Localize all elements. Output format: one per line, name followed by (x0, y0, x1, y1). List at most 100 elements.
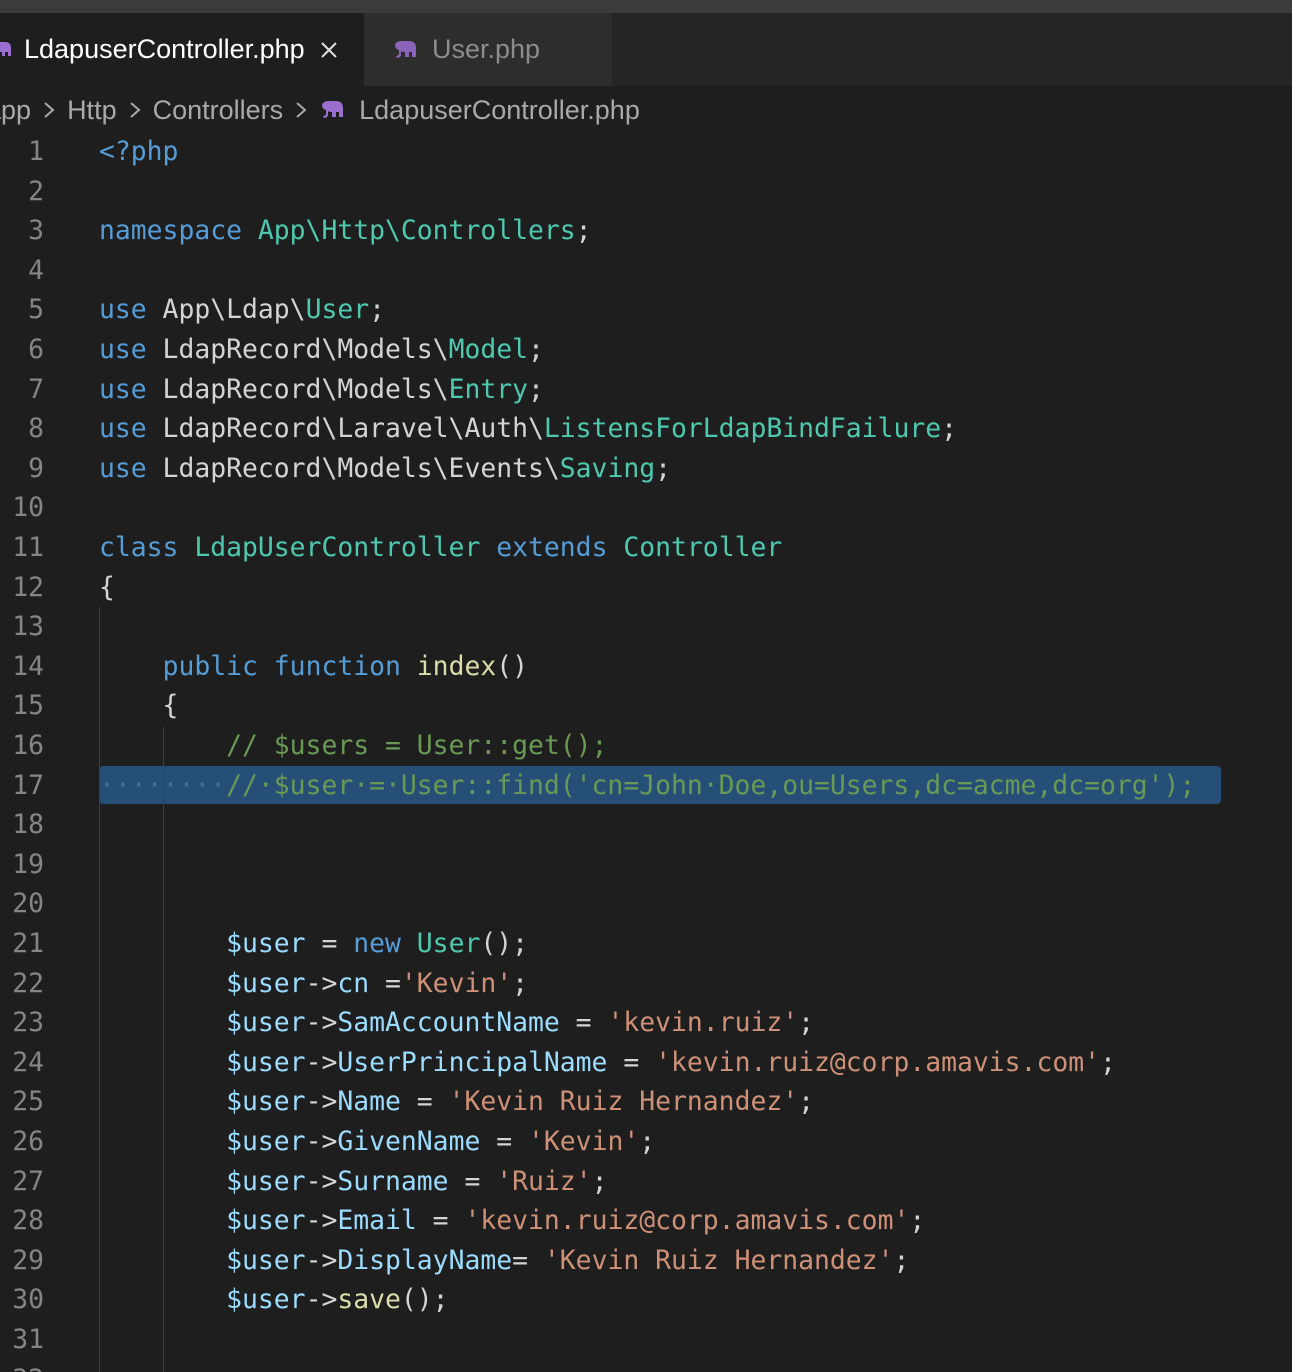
code-token: -> (305, 1046, 338, 1078)
code-line[interactable]: 14 public function index() (0, 647, 1292, 687)
code-token: $user (226, 1244, 306, 1276)
line-number: 32 (0, 1360, 44, 1372)
code-line[interactable]: 21 $user = new User(); (0, 924, 1292, 964)
code-line[interactable]: 11 class LdapUserController extends Contr… (0, 528, 1292, 568)
code-line[interactable]: 25 $user->Name = 'Kevin Ruiz Hernandez'; (0, 1082, 1292, 1122)
line-number: 17 (12, 769, 44, 801)
code-token: cn (337, 967, 370, 999)
code-text: $user->UserPrincipalName = 'kevin.ruiz@c… (99, 1043, 1116, 1083)
line-number: 26 (12, 1126, 44, 1157)
code-token: $user (226, 928, 306, 959)
code-text: { (99, 568, 115, 608)
code-token: ; (528, 373, 544, 405)
code-token: 'Kevin' (528, 1126, 640, 1157)
code-line[interactable]: 22 $user->cn ='Kevin'; (0, 964, 1292, 1004)
code-text: $user->GivenName = 'Kevin'; (99, 1122, 655, 1162)
breadcrumb-item-app[interactable]: app (0, 95, 31, 126)
code-token: ; (909, 1205, 926, 1237)
tab-user-php[interactable]: User.php (364, 13, 612, 86)
line-number: 28 (12, 1205, 44, 1237)
code-line[interactable]: 18 (0, 805, 1292, 845)
code-line[interactable]: 19 (0, 845, 1292, 885)
code-token: $user (226, 1165, 306, 1197)
code-token: LdapUserController (194, 532, 481, 563)
code-line[interactable]: 16 // $users = User::get(); (0, 726, 1292, 766)
code-line[interactable]: 26 $user->GivenName = 'Kevin'; (0, 1122, 1292, 1162)
code-token: 'Kevin Ruiz Hernandez' (448, 1086, 799, 1118)
code-text: class LdapUserController extends Control… (99, 528, 782, 568)
code-text: use LdapRecord\Laravel\Auth\ListensForLd… (99, 409, 957, 449)
code-line[interactable]: 28 $user->Email = 'kevin.ruiz@corp.amavi… (0, 1201, 1292, 1241)
code-line[interactable]: 1 <?php (0, 132, 1292, 172)
code-line[interactable]: 5 use App\Ldap\User; (0, 290, 1292, 330)
code-line[interactable]: 12 { (0, 568, 1292, 608)
code-token: ; (512, 967, 529, 999)
code-line[interactable]: 29 $user->DisplayName= 'Kevin Ruiz Herna… (0, 1241, 1292, 1281)
breadcrumb-item-controllers[interactable]: Controllers (153, 95, 284, 126)
code-line[interactable]: 24 $user->UserPrincipalName = 'kevin.rui… (0, 1043, 1292, 1083)
code-line[interactable]: 3 namespace App\Http\Controllers; (0, 211, 1292, 251)
code-text: use LdapRecord\Models\Model; (99, 330, 544, 370)
code-token: User (416, 928, 481, 959)
code-line[interactable]: 31 (0, 1320, 1292, 1360)
code-token: class (99, 532, 179, 563)
code-token: ; (1100, 1046, 1116, 1078)
code-token: $user (226, 1007, 306, 1039)
code-token: User (305, 294, 370, 326)
tab-ldapuser-controller[interactable]: LdapuserController.php (0, 13, 364, 86)
code-line[interactable]: 7 use LdapRecord\Models\Entry; (0, 370, 1292, 410)
code-token: 'kevin.ruiz@corp.amavis.com' (655, 1046, 1101, 1078)
code-token: 'Kevin' (400, 967, 513, 999)
code-line[interactable]: 32 (0, 1360, 1292, 1372)
breadcrumb-item-file[interactable]: LdapuserController.php (359, 95, 640, 126)
editor-tab-bar: LdapuserController.php User.php (0, 13, 1292, 86)
code-token: Entry (448, 373, 529, 405)
close-icon[interactable] (319, 40, 339, 60)
code-text: namespace App\Http\Controllers; (99, 211, 592, 251)
code-token: $user (226, 1046, 306, 1078)
code-line[interactable]: 8 use LdapRecord\Laravel\Auth\ListensForL… (0, 409, 1292, 449)
code-text: ········//·$user·=·User::find('cn=John·D… (99, 766, 1195, 806)
code-line[interactable]: 23 $user->SamAccountName = 'kevin.ruiz'; (0, 1003, 1292, 1043)
code-line[interactable]: 13 (0, 607, 1292, 647)
breadcrumb-item-http[interactable]: Http (67, 95, 117, 126)
code-line[interactable]: 27 $user->Surname = 'Ruiz'; (0, 1162, 1292, 1202)
code-token: ; (575, 215, 592, 247)
code-token: = (448, 1165, 497, 1197)
code-token: UserPrincipalName (337, 1046, 608, 1078)
code-line[interactable]: 10 (0, 488, 1292, 528)
line-number: 20 (12, 888, 44, 920)
tab-label: LdapuserController.php (24, 34, 305, 64)
code-line[interactable]: 2 (0, 172, 1292, 212)
code-token: ; (655, 452, 672, 484)
line-number: 25 (12, 1086, 44, 1118)
code-text: public function index() (99, 647, 528, 687)
code-line[interactable]: 17 ········//·$user·=·User::find('cn=John… (0, 766, 1292, 806)
code-token: LdapRecord\Models\ (146, 373, 449, 405)
php-elephant-icon (319, 100, 347, 120)
line-number: 8 (28, 413, 44, 445)
code-token: ; (893, 1244, 910, 1276)
line-number: 6 (28, 334, 44, 365)
code-line[interactable]: 6 use LdapRecord\Models\Model; (0, 330, 1292, 370)
code-line[interactable]: 20 (0, 884, 1292, 924)
code-line[interactable]: 9 use LdapRecord\Models\Events\Saving; (0, 449, 1292, 489)
line-number: 14 (12, 650, 44, 682)
chevron-right-icon (42, 99, 56, 121)
code-token: new (353, 928, 401, 959)
code-text: $user->Surname = 'Ruiz'; (99, 1162, 607, 1202)
code-line[interactable]: 4 (0, 251, 1292, 291)
code-token: = (607, 1046, 656, 1078)
code-line[interactable]: 15 { (0, 686, 1292, 726)
code-line[interactable]: 30 $user->save(); (0, 1280, 1292, 1320)
code-editor[interactable]: 1 <?php 2 3 namespace App\Http\Controllers; 4… (0, 132, 1292, 1372)
